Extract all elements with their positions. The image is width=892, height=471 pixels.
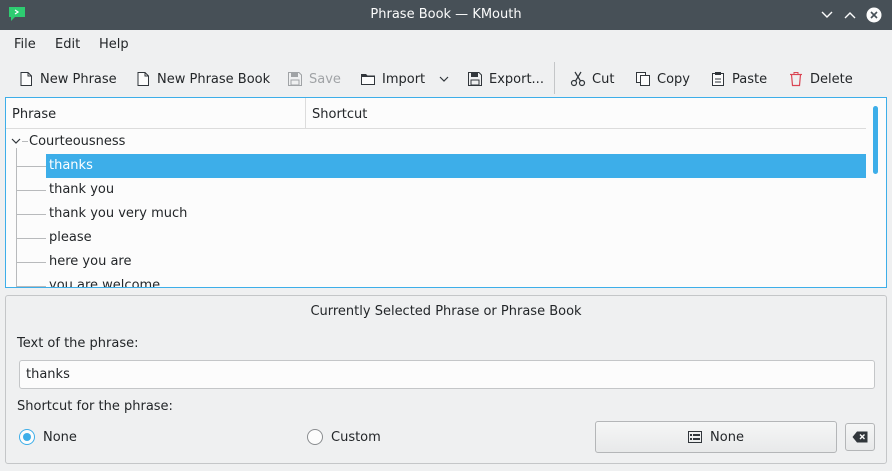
column-header-shortcut[interactable]: Shortcut — [312, 107, 367, 122]
shortcut-button-label: None — [710, 429, 744, 445]
close-button[interactable] — [863, 4, 885, 26]
phrase-text: thank you very much — [49, 206, 188, 221]
copy-label: Copy — [657, 71, 690, 87]
selected-phrase-group: Currently Selected Phrase or Phrase Book… — [5, 295, 887, 464]
phrase-text: thanks — [49, 158, 93, 173]
radio-none-label: None — [43, 429, 77, 445]
radio-custom-indicator — [307, 429, 323, 445]
tree-connector — [16, 166, 46, 167]
window-title: Phrase Book — KMouth — [370, 7, 522, 22]
tree-branch-line — [16, 148, 17, 287]
phrase-text-input[interactable] — [19, 360, 875, 389]
tree-connector — [16, 214, 46, 215]
minimize-button[interactable] — [816, 4, 838, 26]
clipboard-icon — [712, 72, 724, 86]
import-menu-button[interactable] — [439, 68, 449, 90]
title-bar: Phrase Book — KMouth — [0, 0, 892, 30]
maximize-icon — [844, 12, 856, 19]
save-icon — [288, 72, 302, 86]
column-header-phrase[interactable]: Phrase — [12, 107, 56, 122]
phrase-tree[interactable]: Phrase Shortcut Courteousness thanks tha… — [5, 97, 887, 288]
cut-label: Cut — [592, 71, 615, 87]
menu-file[interactable]: File — [14, 37, 36, 52]
tree-connector — [22, 141, 28, 142]
new-phrase-button[interactable]: New Phrase — [18, 68, 117, 90]
tree-item-thank-you-very-much[interactable]: thank you very much — [46, 202, 866, 226]
tree-connector — [16, 286, 46, 287]
toolbar: New Phrase New Phrase Book Save Import E… — [0, 60, 892, 96]
menu-help[interactable]: Help — [99, 37, 129, 52]
maximize-button[interactable] — [839, 4, 861, 26]
export-label: Export... — [489, 71, 544, 87]
import-button[interactable]: Import — [360, 68, 425, 90]
delete-label: Delete — [810, 71, 853, 87]
radio-none[interactable]: None — [19, 429, 77, 445]
export-button[interactable]: Export... — [467, 68, 544, 90]
group-box-title: Currently Selected Phrase or Phrase Book — [310, 304, 582, 319]
delete-button[interactable]: Delete — [788, 68, 853, 90]
clear-shortcut-button[interactable] — [845, 423, 875, 451]
new-phrase-book-label: New Phrase Book — [157, 71, 271, 87]
group-label: Courteousness — [29, 134, 126, 149]
tree-connector — [16, 238, 46, 239]
folder-icon — [361, 74, 375, 85]
radio-custom[interactable]: Custom — [307, 429, 381, 445]
shortcut-key-button[interactable]: None — [595, 421, 837, 453]
menu-edit[interactable]: Edit — [55, 37, 80, 52]
minimize-icon — [821, 11, 833, 18]
tree-item-you-are-welcome[interactable]: you are welcome — [46, 274, 866, 288]
new-book-icon — [137, 72, 149, 86]
tree-connector — [16, 190, 46, 191]
backspace-icon — [852, 431, 868, 443]
tree-connector — [16, 262, 46, 263]
column-divider — [305, 98, 306, 129]
radio-none-indicator — [19, 429, 35, 445]
phrase-text: please — [49, 230, 92, 245]
new-phrase-label: New Phrase — [40, 71, 117, 87]
trash-icon — [790, 72, 802, 87]
tree-group-courteousness[interactable]: Courteousness — [6, 130, 866, 154]
chevron-down-icon — [439, 76, 449, 82]
tree-header: Phrase Shortcut — [6, 98, 866, 129]
save-button[interactable]: Save — [287, 68, 341, 90]
toolbar-separator — [554, 62, 555, 94]
keyboard-shortcut-icon — [688, 431, 703, 443]
export-icon — [468, 72, 482, 86]
scrollbar-thumb[interactable] — [873, 106, 878, 174]
tree-item-thanks[interactable]: thanks — [46, 154, 866, 178]
menu-bar: File Edit Help — [0, 30, 892, 58]
close-icon — [866, 7, 882, 23]
copy-button[interactable]: Copy — [635, 68, 690, 90]
phrase-text: thank you — [49, 182, 115, 197]
cut-button[interactable]: Cut — [570, 68, 614, 90]
scissors-icon — [570, 71, 586, 87]
radio-custom-label: Custom — [331, 429, 381, 445]
tree-item-thank-you[interactable]: thank you — [46, 178, 866, 202]
tree-item-please[interactable]: please — [46, 226, 866, 250]
shortcut-label: Shortcut for the phrase: — [17, 399, 173, 414]
phrase-text: here you are — [49, 254, 132, 269]
text-of-phrase-label: Text of the phrase: — [17, 336, 139, 351]
save-label: Save — [309, 71, 341, 87]
copy-icon — [636, 72, 650, 86]
phrase-text: you are welcome — [49, 278, 161, 288]
new-phrase-book-button[interactable]: New Phrase Book — [135, 68, 270, 90]
new-document-icon — [20, 72, 32, 86]
tree-item-here-you-are[interactable]: here you are — [46, 250, 866, 274]
expand-arrow-icon — [11, 138, 21, 144]
paste-label: Paste — [732, 71, 768, 87]
import-label: Import — [382, 71, 426, 87]
paste-button[interactable]: Paste — [710, 68, 767, 90]
